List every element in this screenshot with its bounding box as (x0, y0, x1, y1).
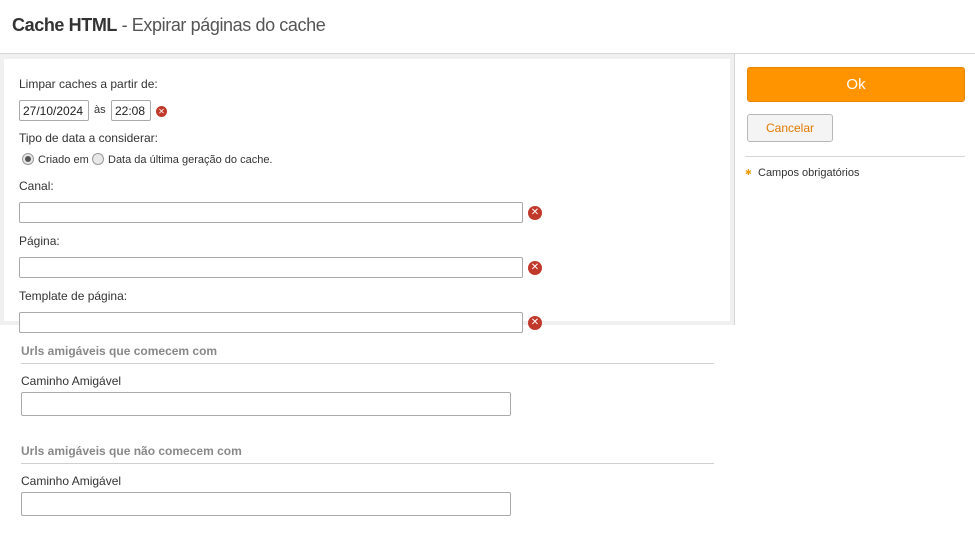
ok-button[interactable]: Ok (747, 67, 965, 102)
radio-created-at-label: Criado em (38, 154, 89, 166)
template-label: Template de página: (19, 289, 128, 303)
date-type-label: Tipo de data a considerar: (19, 131, 158, 145)
page-label: Página: (19, 234, 60, 248)
sidebar-divider (745, 156, 965, 157)
clear-template-icon[interactable]: ✕ (528, 316, 542, 330)
clear-from-label: Limpar caches a partir de: (19, 77, 158, 91)
cancel-button[interactable]: Cancelar (747, 114, 833, 142)
form-panel (4, 59, 730, 321)
clear-page-icon[interactable]: ✕ (528, 261, 542, 275)
channel-label: Canal: (19, 179, 54, 193)
at-label: às (94, 104, 106, 116)
clear-channel-icon[interactable]: ✕ (528, 206, 542, 220)
page-title-main: Cache HTML (12, 15, 118, 35)
time-input[interactable] (111, 100, 151, 121)
required-fields-note: Campos obrigatórios (758, 167, 860, 179)
friendly-urls-starting-title: Urls amigáveis que comecem com (21, 344, 218, 358)
template-input[interactable] (19, 312, 523, 333)
page-input[interactable] (19, 257, 523, 278)
radio-created-at[interactable] (22, 153, 34, 165)
date-input[interactable] (19, 100, 89, 121)
page-header: Cache HTML - Expirar páginas do cache (0, 0, 975, 54)
friendly-path-starting-input[interactable] (21, 392, 511, 416)
channel-input[interactable] (19, 202, 523, 223)
radio-last-generation-label: Data da última geração do cache. (108, 154, 273, 166)
friendly-urls-not-starting-title: Urls amigáveis que não comecem com (21, 444, 242, 458)
radio-last-generation[interactable] (92, 153, 104, 165)
page-title-subtitle: - Expirar páginas do cache (117, 15, 326, 35)
friendly-urls-starting-divider (21, 363, 714, 364)
page-title: Cache HTML - Expirar páginas do cache (12, 15, 326, 36)
friendly-urls-not-starting-divider (21, 463, 714, 464)
friendly-path-starting-label: Caminho Amigável (21, 374, 122, 388)
friendly-path-not-starting-input[interactable] (21, 492, 511, 516)
required-marker-icon: ✱ (745, 168, 752, 177)
friendly-path-not-starting-label: Caminho Amigável (21, 474, 122, 488)
clear-date-icon[interactable]: ✕ (156, 106, 167, 117)
